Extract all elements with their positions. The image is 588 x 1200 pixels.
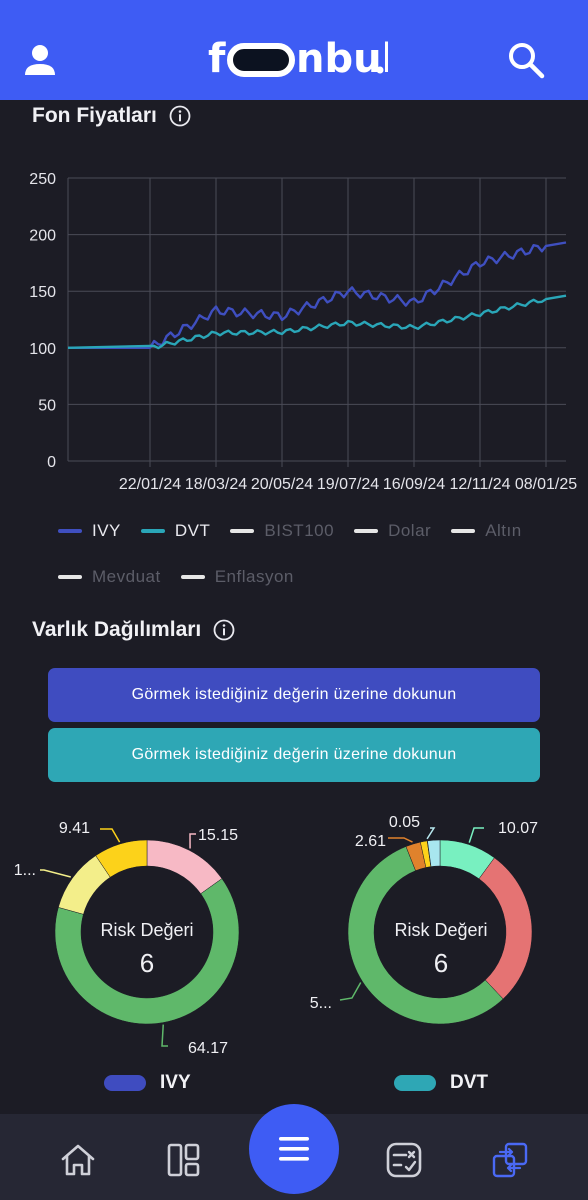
legend-item-enflasyon[interactable]: Enflasyon [180,554,294,600]
donut-leader-line [468,827,484,843]
donut-value-label: 64.17 [188,1040,228,1057]
svg-text:f: f [208,36,226,82]
app-header: f nbul [0,0,588,100]
home-icon[interactable] [58,1140,98,1180]
y-tick-label: 50 [38,397,56,414]
fonbul-logo: f nbul [208,34,388,84]
menu-icon [279,1137,309,1161]
donut-value-label: 2.61 [355,833,386,850]
legend-item-ivy[interactable]: IVY [58,508,121,554]
x-tick-label: 19/07/24 [317,476,379,493]
donut-value-label: 9.41 [59,820,90,837]
y-tick-label: 100 [29,341,56,358]
legend-item-dolar[interactable]: Dolar [354,508,431,554]
legend-swatch [230,529,255,533]
donut-leader-line [388,837,413,843]
fund-price-chart[interactable]: 05010015020025022/01/24 18/03/24 20/05/24 1… [0,150,588,510]
legend-item-dvt[interactable]: DVT [140,508,211,554]
search-icon[interactable] [506,40,546,80]
asset-allocation-title: Varlık Dağılımları [32,618,202,641]
legend-swatch [58,529,82,533]
x-tick-label: 12/11/24 [449,476,510,493]
ivy-risk-label: Risk Değeri [100,920,194,940]
svg-text:nbul: nbul [296,36,388,82]
dvt-risk-value: 6 [433,948,449,978]
legend-label: Dolar [388,521,432,540]
y-tick-label: 200 [29,228,56,245]
legend-label: Mevduat [92,567,161,586]
dvt-legend-label: DVT [450,1072,488,1093]
x-tick-label: 16/09/24 [383,476,445,493]
info-icon[interactable] [213,619,235,641]
info-icon[interactable] [169,105,191,127]
fund-prices-title: Fon Fiyatları [32,104,157,127]
donut-leader-line [40,869,71,878]
donut-leader-line [189,833,196,849]
legend-label: Enflasyon [214,567,294,586]
ivy-tap-hint-button[interactable]: Görmek istediğiniz değerin üzerine dokun… [48,668,540,722]
ivy-donut-legend: IVY [104,1072,191,1094]
legend-swatch [180,575,205,579]
legend-swatch [354,529,379,533]
ivy-legend-label: IVY [160,1072,191,1093]
legend-item-bist100[interactable]: BIST100 [230,508,334,554]
x-tick-label: 22/01/24 [119,476,181,493]
menu-button[interactable] [249,1104,339,1194]
donut-value-label: 1... [14,862,36,879]
dvt-tap-hint-button[interactable]: Görmek istediğiniz değerin üzerine dokun… [48,728,540,782]
legend-swatch [140,529,165,533]
donut-slice[interactable] [146,839,223,895]
legend-item-altın[interactable]: Altın [451,508,522,554]
y-tick-label: 150 [29,284,56,301]
donut-value-label: 5... [310,995,332,1012]
asset-allocation-heading: Varlık Dağılımları [32,618,235,642]
dvt-risk-label: Risk Değeri [394,920,488,940]
logo-mark: f nbul [208,36,388,82]
legend-label: DVT [174,521,211,540]
x-tick-label: 20/05/24 [251,476,313,493]
dvt-donut-legend: DVT [394,1072,488,1094]
donut-leader-line [426,827,436,840]
ivy-donut-chart[interactable]: 15.15 64.17 1... 9.41 Risk Değeri 6 [0,810,290,1060]
y-tick-label: 250 [29,171,56,188]
donut-leader-line [100,828,121,843]
donut-value-label: 0.05 [389,814,420,831]
legend-swatch [58,575,82,579]
series-line-ivy [68,241,567,349]
ivy-legend-swatch [104,1075,146,1091]
dvt-donut-chart[interactable]: 10.07 5... 2.61 0.05 Risk Değeri 6 [294,810,584,1060]
user-icon[interactable] [20,40,60,80]
x-tick-label: 18/03/24 [185,476,247,493]
donut-leader-line [161,1024,168,1047]
y-tick-label: 0 [47,454,56,471]
donut-leader-line [339,982,362,1001]
x-tick-label: 08/01/25 [515,476,577,493]
fund-prices-heading: Fon Fiyatları [32,104,191,128]
legend-swatch [451,529,476,533]
compare-icon[interactable] [490,1140,530,1180]
legend-label: BIST100 [264,521,335,540]
dvt-legend-swatch [394,1075,436,1091]
filter-icon[interactable] [384,1140,424,1180]
donut-value-label: 15.15 [198,827,238,844]
legend-label: Altın [485,521,522,540]
dashboard-icon[interactable] [164,1140,204,1180]
legend-label: IVY [92,521,121,540]
chart-legend: IVY DVT BIST100 Dolar Altın Mevduat Enflasyon [58,508,578,600]
donut-value-label: 10.07 [498,820,538,837]
legend-item-mevduat[interactable]: Mevduat [58,554,161,600]
ivy-risk-value: 6 [139,948,155,978]
